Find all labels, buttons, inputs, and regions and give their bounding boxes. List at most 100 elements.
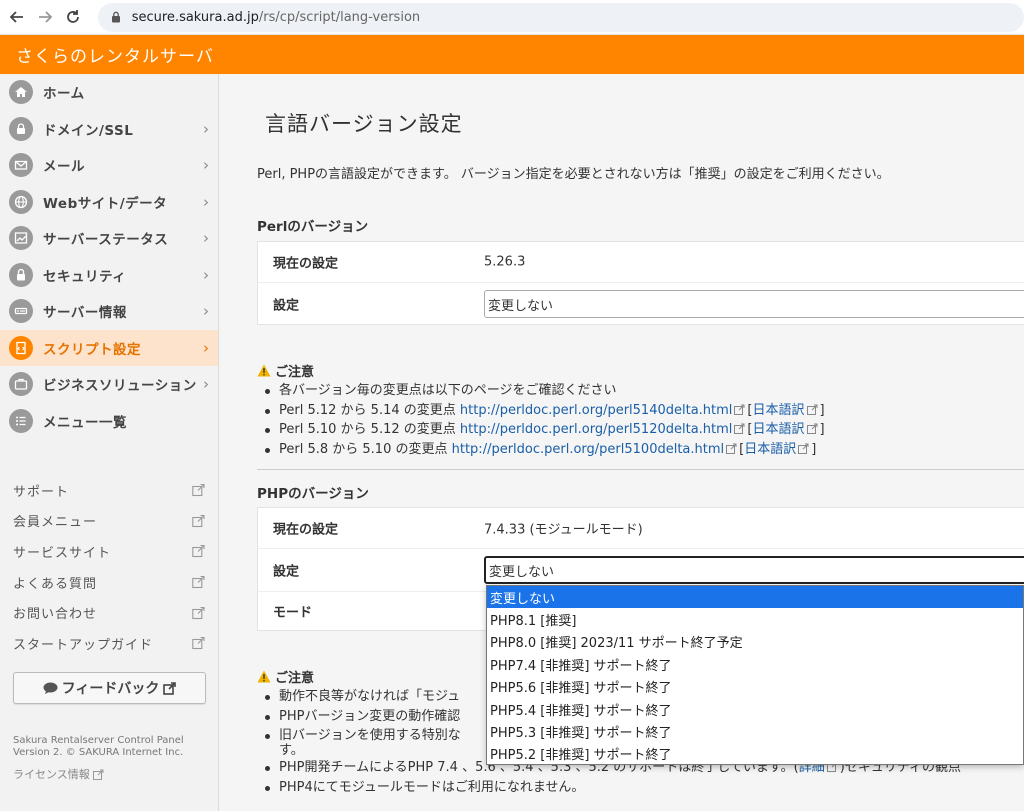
external-link-0[interactable]: サポート xyxy=(0,475,219,506)
external-link-label: よくある質問 xyxy=(13,576,98,592)
dropdown-option[interactable]: PHP5.3 [非推奨] サポート終了 xyxy=(487,720,1023,742)
sidebar-item-label: ホーム xyxy=(43,86,85,103)
perl-heading: Perlのバージョン xyxy=(257,219,369,235)
external-link-icon xyxy=(192,484,205,497)
reload-icon[interactable] xyxy=(62,6,84,28)
perl-version-select[interactable]: 変更しない xyxy=(484,290,1024,318)
list-item: Perl 5.12 から 5.14 の変更点 http://perldoc.pe… xyxy=(257,401,825,421)
sidebar-nav: ホーム ドメイン/SSL › メール › Webサイト/データ › サーバーステータス › セキュ… xyxy=(0,74,218,439)
list-icon xyxy=(9,408,33,433)
external-link-icon xyxy=(734,404,745,415)
sidebar-item-label: サーバーステータス xyxy=(43,232,169,249)
back-arrow-icon[interactable] xyxy=(6,6,28,28)
external-link-icon xyxy=(806,423,818,434)
external-link-label: サービスサイト xyxy=(13,545,112,561)
license-label: ライセンス情報 xyxy=(13,768,90,781)
sidebar-item-label: ビジネスソリューション xyxy=(43,378,197,395)
chevron-right-icon: › xyxy=(203,192,209,211)
external-link-icon xyxy=(192,576,205,589)
sidebar-item-label: セキュリティ xyxy=(43,268,127,285)
sidebar-item-1[interactable]: ドメイン/SSL › xyxy=(0,111,218,148)
sidebar-item-label: メニュー一覧 xyxy=(43,414,127,431)
feedback-button[interactable]: フィードバック xyxy=(13,672,206,704)
php-current-label: 現在の設定 xyxy=(273,522,339,538)
external-link-icon xyxy=(806,404,818,415)
external-link-label: 会員メニュー xyxy=(13,515,98,531)
chevron-right-icon: › xyxy=(203,156,209,175)
list-item: 各バージョン毎の変更点は以下のページをご確認ください xyxy=(257,381,825,401)
sidebar-item-7[interactable]: スクリプト設定 › xyxy=(0,329,218,366)
sidebar-item-8[interactable]: ビジネスソリューション › xyxy=(0,366,218,403)
sidebar-item-3[interactable]: Webサイト/データ › xyxy=(0,184,218,221)
external-link-icon xyxy=(726,443,737,454)
dropdown-option[interactable]: PHP5.2 [非推奨] サポート終了 xyxy=(487,743,1023,765)
chart-icon xyxy=(9,226,33,251)
php-version-dropdown: 変更しない PHP8.1 [推奨] PHP8.0 [推奨] 2023/11 サポート… xyxy=(486,585,1024,765)
external-link-icon xyxy=(192,606,205,619)
perl-notice: ご注意 各バージョン毎の変更点は以下のページをご確認ください Perl 5.12… xyxy=(257,361,825,459)
dropdown-option[interactable]: PHP5.6 [非推奨] サポート終了 xyxy=(487,676,1023,698)
sidebar-item-9[interactable]: メニュー一覧 xyxy=(0,403,218,440)
list-item: Perl 5.8 から 5.10 の変更点 http://perldoc.per… xyxy=(257,440,825,460)
copyright-line-1: Sakura Rentalserver Control Panel xyxy=(13,735,184,746)
dropdown-option[interactable]: PHP7.4 [非推奨] サポート終了 xyxy=(487,653,1023,675)
japanese-translation-link[interactable]: 日本語訳 xyxy=(753,403,805,418)
sidebar-item-label: サーバー情報 xyxy=(43,305,127,322)
address-bar[interactable]: secure.sakura.ad.jp/rs/cp/script/lang-ve… xyxy=(97,2,1024,32)
chat-bubble-icon xyxy=(43,682,58,694)
external-link-3[interactable]: よくある質問 xyxy=(0,567,219,598)
browser-toolbar: secure.sakura.ad.jp/rs/cp/script/lang-ve… xyxy=(0,0,1024,35)
php-select-value: 変更しない xyxy=(489,564,555,580)
chevron-right-icon: › xyxy=(203,375,209,394)
perldoc-link[interactable]: http://perldoc.perl.org/perl5140delta.ht… xyxy=(460,403,733,418)
dropdown-option[interactable]: PHP8.1 [推奨] xyxy=(487,608,1023,630)
perl-settings-table: 現在の設定 5.26.3 設定 変更しない xyxy=(257,241,1024,325)
perl-notice-list: 各バージョン毎の変更点は以下のページをご確認ください Perl 5.12 から … xyxy=(257,381,825,459)
external-link-icon xyxy=(192,637,205,650)
feedback-label: フィードバック xyxy=(61,681,160,697)
dropdown-option[interactable]: PHP5.4 [非推奨] サポート終了 xyxy=(487,698,1023,720)
sidebar-item-0[interactable]: ホーム xyxy=(0,74,218,111)
sidebar-item-2[interactable]: メール › xyxy=(0,147,218,184)
php-version-select[interactable]: 変更しない xyxy=(484,556,1024,584)
sidebar-item-6[interactable]: サーバー情報 › xyxy=(0,293,218,330)
perl-select-value: 変更しない xyxy=(488,298,554,314)
forward-arrow-icon[interactable] xyxy=(34,6,56,28)
chevron-right-icon: › xyxy=(203,229,209,248)
external-link-5[interactable]: スタートアップガイド xyxy=(0,628,219,659)
external-link-icon xyxy=(798,443,809,454)
sidebar-item-5[interactable]: セキュリティ › xyxy=(0,257,218,294)
php-current-value: 7.4.33 (モジュールモード) xyxy=(484,522,643,538)
external-link-icon xyxy=(163,681,177,695)
perldoc-link[interactable]: http://perldoc.perl.org/perl5100delta.ht… xyxy=(452,442,725,457)
japanese-translation-link[interactable]: 日本語訳 xyxy=(753,422,805,437)
page-title: 言語バージョン設定 xyxy=(265,112,463,136)
external-link-icon xyxy=(192,545,205,558)
license-link[interactable]: ライセンス情報 xyxy=(13,766,104,782)
php-mode-label: モード xyxy=(273,605,313,621)
script-icon xyxy=(9,335,33,360)
sidebar: ホーム ドメイン/SSL › メール › Webサイト/データ › サーバーステータス › セキュ… xyxy=(0,74,219,811)
copyright-line-2: Version 2. © SAKURA Internet Inc. xyxy=(13,747,184,758)
perldoc-link[interactable]: http://perldoc.perl.org/perl5120delta.ht… xyxy=(460,422,733,437)
sidebar-item-4[interactable]: サーバーステータス › xyxy=(0,220,218,257)
padlock-icon xyxy=(9,262,33,287)
perl-setting-label: 設定 xyxy=(273,298,300,314)
page-intro: Perl, PHPの言語設定ができます。 バージョン指定を必要とされない方は「推… xyxy=(257,167,890,182)
dropdown-option[interactable]: PHP8.0 [推奨] 2023/11 サポート終了予定 xyxy=(487,631,1023,653)
external-link-icon xyxy=(192,514,205,527)
external-link-2[interactable]: サービスサイト xyxy=(0,536,219,567)
perl-setting-row: 設定 変更しない xyxy=(258,283,1024,325)
external-link-4[interactable]: お問い合わせ xyxy=(0,597,219,628)
warning-icon xyxy=(257,364,271,377)
list-item: Perl 5.10 から 5.12 の変更点 http://perldoc.pe… xyxy=(257,420,825,440)
dropdown-option[interactable]: 変更しない xyxy=(487,586,1023,609)
warning-icon xyxy=(257,670,271,683)
sidebar-item-label: メール xyxy=(43,159,85,176)
globe-icon xyxy=(9,189,33,214)
app-title[interactable]: さくらのレンタルサーバ xyxy=(16,42,214,67)
external-link-1[interactable]: 会員メニュー xyxy=(0,506,219,537)
mail-icon xyxy=(9,153,33,178)
section-divider xyxy=(257,469,1024,470)
japanese-translation-link[interactable]: 日本語訳 xyxy=(744,442,796,457)
